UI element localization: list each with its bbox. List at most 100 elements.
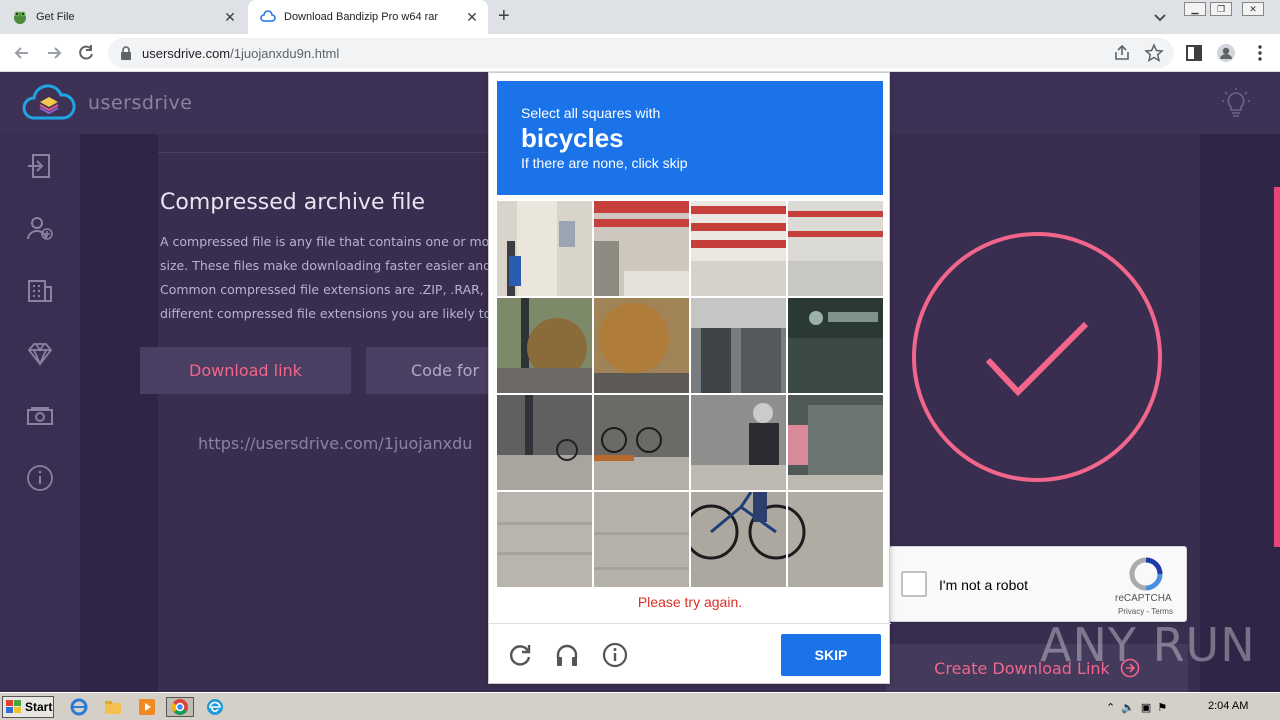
article-line: A compressed file is any file that conta… <box>160 234 490 249</box>
help-info-icon[interactable] <box>602 642 628 668</box>
image-tile[interactable] <box>594 492 689 587</box>
article-line: size. These files make downloading faste… <box>160 258 490 273</box>
cloud-logo-icon <box>22 84 76 120</box>
site-logo[interactable]: usersdrive <box>22 84 192 122</box>
add-user-icon[interactable] <box>26 214 54 242</box>
tab-title: Download Bandizip Pro w64 rar <box>284 11 439 23</box>
challenge-header: Select all squares with bicycles If ther… <box>497 81 883 195</box>
internet-explorer-icon[interactable] <box>68 697 90 717</box>
scrollbar-thumb[interactable] <box>1274 187 1280 547</box>
profile-avatar-icon[interactable] <box>1216 43 1236 63</box>
site-sidebar <box>0 134 80 692</box>
address-bar[interactable]: usersdrive.com/1juojanxdu9n.html <box>108 38 1174 68</box>
image-tile[interactable] <box>788 492 883 587</box>
flag-icon[interactable]: ⚑ <box>1157 701 1167 714</box>
image-tile[interactable] <box>788 201 883 296</box>
article-title: Compressed archive file <box>160 190 425 215</box>
recaptcha-checkbox[interactable] <box>901 571 927 597</box>
system-tray: ⌃ 🔈 ▣ ⚑ <box>1106 697 1274 717</box>
network-icon[interactable]: ▣ <box>1141 701 1151 714</box>
reload-icon[interactable] <box>76 43 96 63</box>
browser-tab-strip: Get File ✕ Download Bandizip Pro w64 rar… <box>0 0 1280 34</box>
new-tab-button[interactable]: + <box>498 6 510 26</box>
divider <box>158 152 488 153</box>
image-tile[interactable] <box>788 298 883 393</box>
recaptcha-terms-link[interactable]: Privacy - Terms <box>1118 607 1173 616</box>
minimize-window-button[interactable]: ▁ <box>1184 2 1206 16</box>
lock-icon <box>120 46 132 60</box>
anyrun-watermark: ANY RUN <box>1040 618 1256 672</box>
chevron-down-icon[interactable] <box>1152 9 1168 25</box>
tab-get-file[interactable]: Get File ✕ <box>0 0 246 34</box>
reload-challenge-icon[interactable] <box>507 642 533 668</box>
windows-logo-icon <box>6 700 21 713</box>
image-tile[interactable] <box>691 298 786 393</box>
browser-toolbar: usersdrive.com/1juojanxdu9n.html <box>0 34 1280 72</box>
close-tab-icon[interactable]: ✕ <box>464 9 480 25</box>
url-host: usersdrive.com <box>142 46 231 61</box>
share-icon[interactable] <box>1112 43 1132 63</box>
recaptcha-widget: I'm not a robot reCAPTCHA Privacy - Term… <box>888 546 1187 622</box>
taskbar-clock[interactable]: 2:04 AM <box>1208 700 1248 712</box>
image-tile[interactable] <box>594 395 689 490</box>
building-icon[interactable] <box>26 276 54 304</box>
url-path: /1juojanxdu9n.html <box>230 46 340 61</box>
success-check-icon <box>910 230 1164 484</box>
volume-icon[interactable]: 🔈 <box>1121 701 1135 714</box>
start-label: Start <box>25 700 53 714</box>
challenge-object: bicycles <box>521 123 624 153</box>
image-tile[interactable] <box>594 201 689 296</box>
image-tile[interactable] <box>691 201 786 296</box>
frog-favicon-icon <box>12 9 28 25</box>
lightbulb-icon[interactable] <box>1222 88 1250 118</box>
challenge-footer: SKIP <box>489 623 891 685</box>
image-tile[interactable] <box>497 395 592 490</box>
close-tab-icon[interactable]: ✕ <box>222 9 238 25</box>
download-link-field[interactable]: https://usersdrive.com/1juojanxdu <box>198 434 488 453</box>
kebab-menu-icon[interactable] <box>1250 43 1270 63</box>
image-tile[interactable] <box>788 395 883 490</box>
image-tile[interactable] <box>691 395 786 490</box>
recaptcha-label: I'm not a robot <box>939 577 1029 593</box>
challenge-instruction: Select all squares with <box>521 105 661 121</box>
web-page: usersdrive Compressed archive file A com… <box>0 72 1280 692</box>
url-text: usersdrive.com/1juojanxdu9n.html <box>142 46 339 61</box>
challenge-hint: If there are none, click skip <box>521 155 688 171</box>
tab-download-link[interactable]: Download link <box>140 347 351 394</box>
chevron-up-icon[interactable]: ⌃ <box>1106 701 1115 714</box>
tab-code-for[interactable]: Code for <box>366 347 488 394</box>
captcha-challenge-dialog: Select all squares with bicycles If ther… <box>488 72 891 685</box>
image-tile[interactable] <box>497 492 592 587</box>
restore-window-button[interactable]: ❐ <box>1210 2 1232 16</box>
cloud-favicon-icon <box>260 9 276 25</box>
challenge-error-message: Please try again. <box>637 594 743 610</box>
challenge-image-grid <box>497 201 883 587</box>
sign-in-icon[interactable] <box>26 152 54 180</box>
image-tile[interactable] <box>594 298 689 393</box>
image-tile[interactable] <box>497 201 592 296</box>
os-taskbar: Start ⌃ 🔈 ▣ ⚑ 2:04 AM <box>0 692 1280 720</box>
edge-icon[interactable] <box>204 697 226 717</box>
article-line: Common compressed file extensions are .Z… <box>160 282 490 297</box>
side-panel-icon[interactable] <box>1184 43 1204 63</box>
audio-challenge-icon[interactable] <box>554 642 580 668</box>
start-button[interactable]: Start <box>2 696 54 718</box>
back-arrow-icon[interactable] <box>12 43 32 63</box>
article-text: A compressed file is any file that conta… <box>160 230 490 326</box>
close-window-button[interactable]: ✕ <box>1242 2 1264 16</box>
tab-download-bandizip[interactable]: Download Bandizip Pro w64 rar ✕ <box>248 0 488 34</box>
bookmark-star-icon[interactable] <box>1144 43 1164 63</box>
diamond-icon[interactable] <box>26 340 54 368</box>
file-explorer-icon[interactable] <box>102 697 124 717</box>
forward-arrow-icon[interactable] <box>44 43 64 63</box>
money-icon[interactable] <box>26 402 54 430</box>
skip-button[interactable]: SKIP <box>781 634 881 676</box>
info-icon[interactable] <box>26 464 54 492</box>
image-tile[interactable] <box>497 298 592 393</box>
media-player-icon[interactable] <box>136 697 158 717</box>
chrome-icon[interactable] <box>166 697 194 717</box>
tab-title: Get File <box>36 11 75 23</box>
brand-name: usersdrive <box>88 92 193 114</box>
image-tile[interactable] <box>691 492 786 587</box>
article-line: different compressed file extensions you… <box>160 306 490 321</box>
